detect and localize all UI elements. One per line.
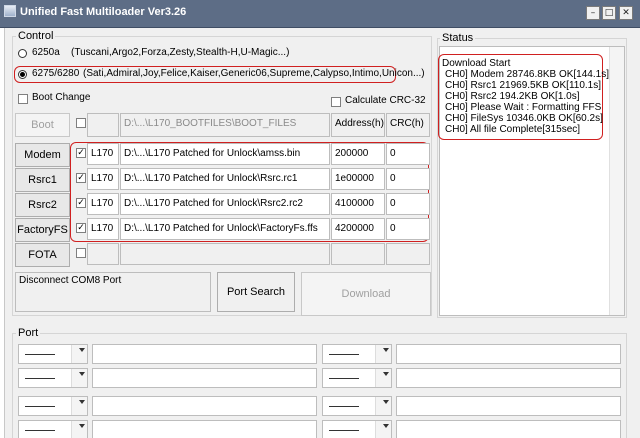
calc-crc-label: Calculate CRC-32 [345, 95, 426, 106]
rsrc1-model-field: L170 [87, 168, 119, 190]
radio-option-name: 6275/6280 [32, 68, 80, 79]
connection-status-box: Disconnect COM8 Port [15, 272, 211, 312]
rsrc1-address-field[interactable]: 1e00000 [331, 168, 385, 190]
file-row-rsrc1: Rsrc1 ✓ L170 D:\...\L170 Patched for Unl… [15, 167, 431, 193]
rsrc1-button[interactable]: Rsrc1 [15, 168, 70, 192]
rsrc2-address-field[interactable]: 4100000 [331, 193, 385, 215]
fota-checkbox[interactable] [76, 248, 86, 258]
status-lines: Download Start CH0] Modem 28746.8KB OK[1… [442, 58, 609, 135]
status-line: CH0] Please Wait : Formatting FFS [445, 102, 602, 113]
boot-checkbox[interactable] [76, 118, 86, 128]
modem-path-field[interactable]: D:\...\L170 Patched for Unlock\amss.bin [120, 143, 330, 165]
boot-change-checkbox[interactable] [18, 94, 28, 104]
radio-option-6250a[interactable]: 6250a (Tuscani,Argo2,Forza,Zesty,Stealth… [16, 45, 432, 63]
modem-crc-field: 0 [386, 143, 430, 165]
port-select[interactable] [18, 396, 88, 416]
status-line: CH0] Modem 28746.8KB OK[144.1s] [445, 69, 609, 80]
title-bar[interactable]: Unified Fast Multiloader Ver3.26 – □ ✕ [0, 0, 640, 28]
modem-model-field: L170 [87, 143, 119, 165]
factoryfs-button[interactable]: FactoryFS [15, 218, 70, 242]
status-line: CH0] All file Complete[315sec] [445, 124, 581, 135]
radio-option-detail: (Tuscani,Argo2,Forza,Zesty,Stealth-H,U-M… [71, 47, 290, 58]
factoryfs-model-field: L170 [87, 218, 119, 240]
control-group-label: Control [16, 30, 56, 42]
radio-button[interactable] [18, 70, 27, 79]
port-select[interactable] [18, 344, 88, 364]
status-line: CH0] FileSys 10346.0KB OK[60.2s] [445, 113, 603, 124]
rsrc2-model-field: L170 [87, 193, 119, 215]
fota-address-field[interactable] [331, 243, 385, 265]
calc-crc-checkbox[interactable] [331, 97, 341, 107]
file-row-modem: Modem ✓ L170 D:\...\L170 Patched for Unl… [15, 142, 431, 168]
status-line: CH0] Rsrc1 21969.5KB OK[110.1s] [445, 80, 602, 91]
port-progress [396, 420, 621, 438]
rsrc1-checkbox[interactable]: ✓ [76, 173, 86, 183]
modem-button[interactable]: Modem [15, 143, 70, 167]
status-group-label: Status [440, 32, 476, 44]
rsrc2-button[interactable]: Rsrc2 [15, 193, 70, 217]
boot-model-field [87, 113, 119, 137]
crc-header: CRC(h) [386, 113, 430, 137]
modem-address-field[interactable]: 200000 [331, 143, 385, 165]
factoryfs-checkbox[interactable]: ✓ [76, 223, 86, 233]
file-row-factoryfs: FactoryFS ✓ L170 D:\...\L170 Patched for… [15, 217, 431, 243]
port-select[interactable] [322, 420, 392, 438]
port-progress [92, 420, 317, 438]
maximize-button[interactable]: □ [602, 6, 616, 20]
window-title: Unified Fast Multiloader Ver3.26 [20, 6, 187, 18]
factoryfs-path-field[interactable]: D:\...\L170 Patched for Unlock\FactoryFs… [120, 218, 330, 240]
fota-model-field [87, 243, 119, 265]
port-progress [92, 344, 317, 364]
radio-button[interactable] [18, 49, 27, 58]
address-header: Address(h) [331, 113, 385, 137]
boot-path-field[interactable]: D:\...\L170_BOOTFILES\BOOT_FILES [120, 113, 330, 137]
port-select[interactable] [322, 368, 392, 388]
status-line: Download Start [442, 58, 511, 69]
modem-checkbox[interactable]: ✓ [76, 148, 86, 158]
rsrc1-path-field[interactable]: D:\...\L170 Patched for Unlock\Rsrc.rc1 [120, 168, 330, 190]
rsrc1-crc-field: 0 [386, 168, 430, 190]
file-row-fota: FOTA [15, 242, 431, 268]
fota-button[interactable]: FOTA [15, 243, 70, 267]
status-line: CH0] Rsrc2 194.2KB OK[1.0s] [445, 91, 580, 102]
port-progress [396, 396, 621, 416]
download-button[interactable]: Download [301, 272, 431, 316]
port-select[interactable] [322, 396, 392, 416]
port-group-label: Port [16, 327, 41, 339]
port-progress [396, 344, 621, 364]
port-progress [92, 368, 317, 388]
radio-option-6275[interactable]: 6275/6280 (Sati,Admiral,Joy,Felice,Kaise… [16, 67, 425, 83]
fota-crc-field [386, 243, 430, 265]
factoryfs-crc-field: 0 [386, 218, 430, 240]
factoryfs-address-field[interactable]: 4200000 [331, 218, 385, 240]
boot-button[interactable]: Boot [15, 113, 70, 137]
port-select[interactable] [18, 420, 88, 438]
status-scrollbar[interactable] [609, 47, 624, 315]
close-button[interactable]: ✕ [619, 6, 633, 20]
port-select[interactable] [18, 368, 88, 388]
port-select[interactable] [322, 344, 392, 364]
rsrc2-checkbox[interactable]: ✓ [76, 198, 86, 208]
port-search-button[interactable]: Port Search [217, 272, 295, 312]
boot-change-label: Boot Change [32, 92, 91, 103]
radio-option-detail: (Sati,Admiral,Joy,Felice,Kaiser,Generic0… [83, 68, 425, 79]
file-row-rsrc2: Rsrc2 ✓ L170 D:\...\L170 Patched for Unl… [15, 192, 431, 218]
radio-option-name: 6250a [32, 47, 60, 58]
minimize-button[interactable]: – [586, 6, 600, 20]
connection-status-text: Disconnect COM8 Port [19, 275, 122, 286]
app-icon [4, 5, 16, 17]
fota-path-field[interactable] [120, 243, 330, 265]
rsrc2-crc-field: 0 [386, 193, 430, 215]
rsrc2-path-field[interactable]: D:\...\L170 Patched for Unlock\Rsrc2.rc2 [120, 193, 330, 215]
port-progress [396, 368, 621, 388]
port-progress [92, 396, 317, 416]
